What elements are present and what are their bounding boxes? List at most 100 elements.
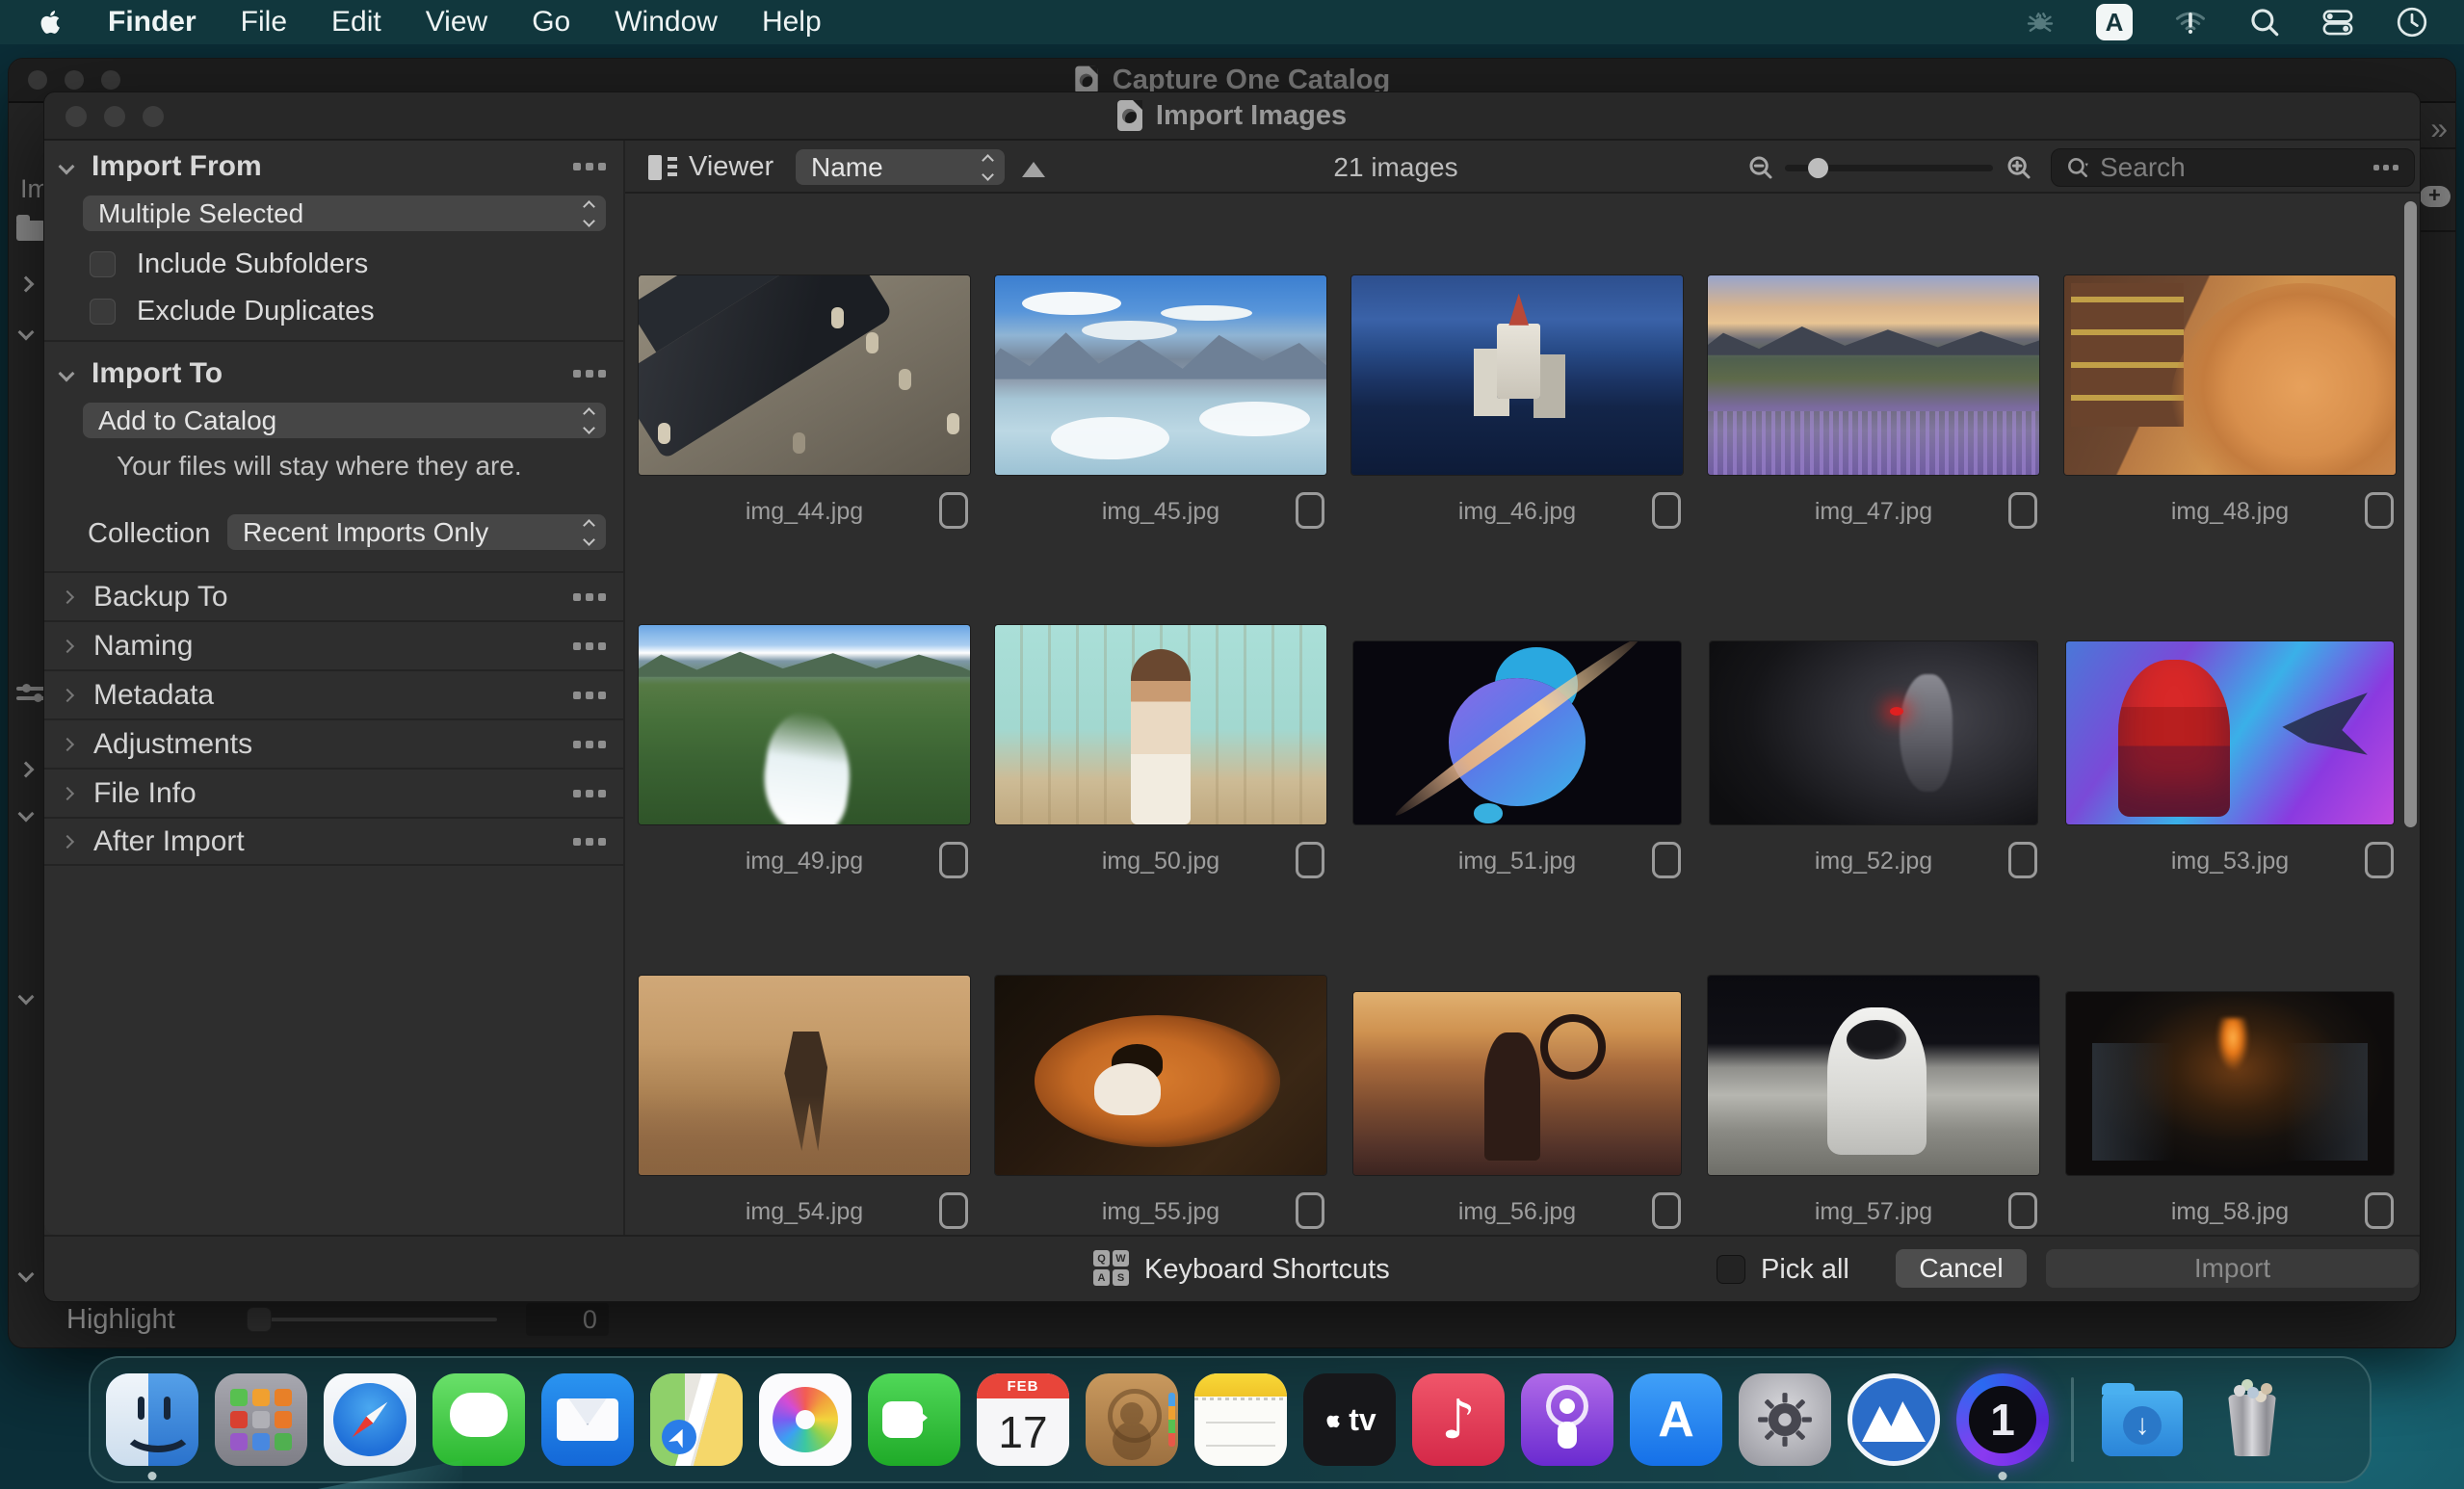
section-menu-icon[interactable] [573, 789, 581, 797]
chevron-right-icon[interactable] [60, 737, 75, 751]
viewer-toggle-icon[interactable] [648, 155, 677, 180]
slider-knob[interactable] [1808, 158, 1828, 178]
clock-icon[interactable] [2395, 5, 2429, 39]
section-import-from[interactable]: Import From [44, 143, 623, 191]
thumbnail[interactable] [1351, 275, 1683, 475]
dock-item-trash[interactable] [2205, 1373, 2297, 1466]
section-menu-icon[interactable] [573, 837, 581, 846]
dock-item-capture-one[interactable]: 1 [1956, 1373, 2049, 1466]
close-button[interactable] [66, 106, 87, 127]
section-menu-icon[interactable] [573, 691, 581, 699]
antivirus-spider-icon[interactable] [2023, 5, 2058, 39]
collapsed-section-row[interactable]: Backup To [44, 571, 623, 620]
chevron-down-icon[interactable] [17, 1266, 35, 1283]
include-subfolders-option[interactable]: Include Subfolders [90, 247, 368, 281]
chevron-right-icon[interactable] [60, 834, 75, 849]
highlight-value[interactable]: 0 [525, 1303, 609, 1336]
dock-item-calendar[interactable]: FEB 17 [977, 1373, 1069, 1466]
keyboard-shortcuts-label[interactable]: Keyboard Shortcuts [1144, 1237, 1390, 1303]
exclude-duplicates-option[interactable]: Exclude Duplicates [90, 294, 375, 328]
thumbnail[interactable] [1708, 976, 2039, 1175]
menu-item[interactable]: Go [532, 6, 570, 39]
image-pick-checkbox[interactable] [2365, 842, 2394, 878]
chevron-down-icon[interactable] [58, 365, 75, 382]
thumbnail[interactable] [639, 625, 970, 824]
sort-ascending-icon[interactable] [1022, 162, 1045, 177]
thumbnail[interactable] [639, 976, 970, 1175]
chevron-right-icon[interactable] [60, 589, 75, 604]
image-pick-checkbox[interactable] [1296, 492, 1324, 529]
import-from-dropdown[interactable]: Multiple Selected [83, 196, 606, 231]
image-pick-checkbox[interactable] [2365, 1192, 2394, 1229]
checkbox[interactable] [90, 250, 116, 277]
dock-item-appletv[interactable]: tv [1303, 1373, 1396, 1466]
menu-item[interactable]: Help [762, 6, 822, 39]
slider-knob[interactable] [246, 1307, 272, 1332]
menu-item[interactable]: View [426, 6, 487, 39]
image-pick-checkbox[interactable] [1652, 492, 1681, 529]
chevron-down-icon[interactable] [58, 158, 75, 175]
wifi-warning-icon[interactable] [2171, 5, 2210, 39]
chevron-down-icon[interactable] [17, 805, 35, 823]
dock-item-mail[interactable] [541, 1373, 634, 1466]
dock-item-notes[interactable] [1194, 1373, 1287, 1466]
image-pick-checkbox[interactable] [2008, 842, 2037, 878]
thumbnail[interactable] [995, 275, 1326, 475]
chevron-down-icon[interactable] [17, 988, 35, 1006]
dock-item-safari[interactable] [324, 1373, 416, 1466]
checkbox[interactable] [90, 298, 116, 325]
dock-item-messages[interactable] [433, 1373, 525, 1466]
dock-item-podcasts[interactable] [1521, 1373, 1613, 1466]
chevron-right-icon[interactable] [17, 275, 35, 293]
image-pick-checkbox[interactable] [1296, 842, 1324, 878]
thumbnail[interactable] [639, 275, 970, 475]
sort-by-dropdown[interactable]: Name [796, 149, 1005, 185]
dock-item-music[interactable]: ♪ [1412, 1373, 1505, 1466]
import-to-dropdown[interactable]: Add to Catalog [83, 403, 606, 438]
chevron-right-icon[interactable] [60, 639, 75, 653]
zoom-out-icon[interactable] [1746, 153, 1775, 182]
section-menu-icon[interactable] [573, 592, 581, 601]
section-import-to[interactable]: Import To [44, 350, 623, 398]
zoom-in-icon[interactable] [2005, 153, 2033, 182]
collapsed-section-row[interactable]: Adjustments [44, 718, 623, 768]
collection-dropdown[interactable]: Recent Imports Only [227, 514, 606, 550]
thumbnail[interactable] [1708, 275, 2039, 475]
collapsed-section-row[interactable]: Metadata [44, 669, 623, 718]
collapsed-section-row[interactable]: Naming [44, 620, 623, 669]
import-titlebar[interactable]: Import Images [44, 92, 2420, 141]
search-field[interactable] [2051, 148, 2415, 187]
scrollbar-thumb[interactable] [2404, 201, 2417, 827]
chevron-down-icon[interactable] [17, 324, 35, 341]
collapsed-section-row[interactable]: After Import [44, 817, 623, 866]
dock-item-appstore[interactable]: A [1630, 1373, 1722, 1466]
chevron-right-icon[interactable] [60, 688, 75, 702]
image-pick-checkbox[interactable] [939, 1192, 968, 1229]
menu-item[interactable]: Finder [108, 6, 197, 39]
spotlight-search-icon[interactable] [2248, 6, 2281, 39]
highlight-slider[interactable] [246, 1307, 497, 1332]
thumbnail[interactable] [995, 976, 1326, 1175]
overflow-chevrons-icon[interactable]: » [2430, 111, 2448, 146]
image-pick-checkbox[interactable] [939, 842, 968, 878]
close-button[interactable] [28, 70, 47, 90]
thumbnail[interactable] [2066, 641, 2394, 824]
section-menu-icon[interactable] [573, 740, 581, 748]
thumbnail[interactable] [2066, 992, 2394, 1175]
minimize-button[interactable] [65, 70, 84, 90]
dock-item-contacts[interactable] [1086, 1373, 1178, 1466]
import-button[interactable]: Import [2046, 1249, 2419, 1288]
dock-item-downloads[interactable]: ↓ [2096, 1373, 2189, 1466]
image-pick-checkbox[interactable] [2008, 492, 2037, 529]
menu-item[interactable]: File [241, 6, 287, 39]
image-pick-checkbox[interactable] [1652, 1192, 1681, 1229]
thumbnail[interactable] [1353, 641, 1681, 824]
dock-item-photos[interactable] [759, 1373, 852, 1466]
collapsed-section-row[interactable]: File Info [44, 768, 623, 817]
menu-item[interactable]: Edit [331, 6, 381, 39]
minimize-button[interactable] [104, 106, 125, 127]
zoom-button[interactable] [143, 106, 164, 127]
dock-item-maps[interactable] [650, 1373, 743, 1466]
thumbnail[interactable] [1710, 641, 2037, 824]
pick-all-checkbox[interactable] [1717, 1255, 1745, 1284]
